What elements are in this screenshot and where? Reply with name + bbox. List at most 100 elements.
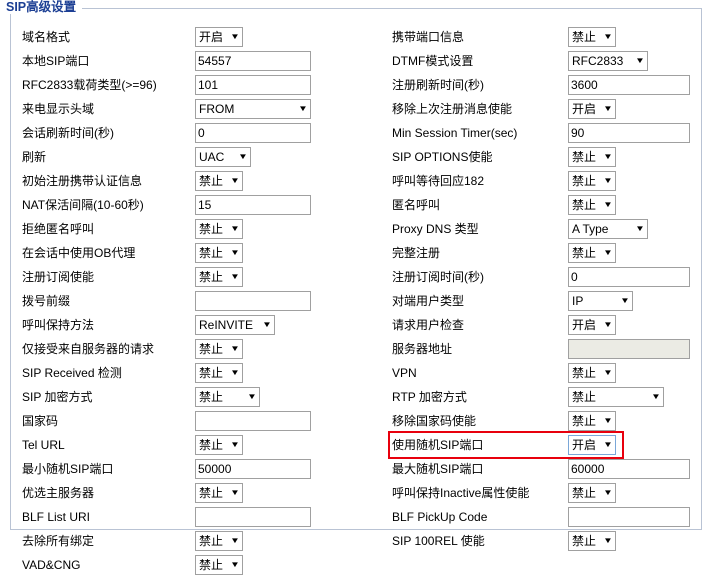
- field-label-呼叫保持inactive属性使能: 呼叫保持Inactive属性使能: [392, 486, 530, 500]
- field-label-blf-pickup-code: BLF PickUp Code: [392, 510, 488, 524]
- field-label-携带端口信息: 携带端口信息: [392, 30, 465, 44]
- select-域名格式[interactable]: 开启 ▼: [195, 27, 243, 47]
- chevron-down-icon: ▼: [230, 32, 240, 41]
- settings-row: Tel URL 禁止 ▼: [22, 434, 382, 458]
- input-本地sip端口[interactable]: [195, 51, 311, 71]
- field-label-移除上次注册消息使能: 移除上次注册消息使能: [392, 102, 513, 116]
- settings-row: 域名格式 开启 ▼: [22, 26, 382, 50]
- select-使用随机sip端口[interactable]: 开启 ▼: [568, 435, 616, 455]
- select-初始注册携带认证信息[interactable]: 禁止 ▼: [195, 171, 243, 191]
- select-proxy-dns-类型[interactable]: A Type ▼: [568, 219, 648, 239]
- select-sip-加密方式[interactable]: 禁止 ▼: [195, 387, 260, 407]
- chevron-down-icon: ▼: [603, 488, 613, 497]
- settings-row: VAD&CNG 禁止 ▼: [22, 554, 382, 578]
- select-呼叫保持inactive属性使能[interactable]: 禁止 ▼: [568, 483, 616, 503]
- select-拒绝匿名呼叫[interactable]: 禁止 ▼: [195, 219, 243, 239]
- settings-row: RFC2833载荷类型(>=96): [22, 74, 382, 98]
- chevron-down-icon: ▼: [635, 56, 645, 65]
- select-sip-options使能[interactable]: 禁止 ▼: [568, 147, 616, 167]
- settings-row: 注册刷新时间(秒): [392, 74, 692, 98]
- input-会话刷新时间-秒[interactable]: [195, 123, 311, 143]
- select-去除所有绑定[interactable]: 禁止 ▼: [195, 531, 243, 551]
- select-rtp-加密方式[interactable]: 禁止 ▼: [568, 387, 664, 407]
- settings-row: SIP OPTIONS使能 禁止 ▼: [392, 146, 692, 170]
- field-label-在会话中使用ob代理: 在会话中使用OB代理: [22, 246, 136, 260]
- select-移除上次注册消息使能[interactable]: 开启 ▼: [568, 99, 616, 119]
- chevron-down-icon: ▼: [603, 416, 613, 425]
- select-vad-cng[interactable]: 禁止 ▼: [195, 555, 243, 575]
- chevron-down-icon: ▼: [603, 152, 613, 161]
- select-仅接受来自服务器的请求[interactable]: 禁止 ▼: [195, 339, 243, 359]
- chevron-down-icon: ▼: [651, 392, 661, 401]
- input-国家码[interactable]: [195, 411, 311, 431]
- select-value: 开启: [572, 438, 597, 452]
- select-sip-100rel-使能[interactable]: 禁止 ▼: [568, 531, 616, 551]
- sip-advanced-settings-page: SIP高级设置 域名格式开启▼本地SIP端口RFC2833载荷类型(>=96)来…: [0, 0, 714, 575]
- chevron-down-icon: ▼: [603, 368, 613, 377]
- select-value: 禁止: [199, 438, 224, 452]
- select-携带端口信息[interactable]: 禁止 ▼: [568, 27, 616, 47]
- input-拨号前缀[interactable]: [195, 291, 311, 311]
- field-label-会话刷新时间-秒: 会话刷新时间(秒): [22, 126, 114, 140]
- select-value: 禁止: [572, 390, 597, 404]
- input-最小随机sip端口[interactable]: [195, 459, 311, 479]
- select-value: FROM: [199, 102, 235, 116]
- field-label-最小随机sip端口: 最小随机SIP端口: [22, 462, 114, 476]
- select-优选主服务器[interactable]: 禁止 ▼: [195, 483, 243, 503]
- settings-row: 匿名呼叫 禁止 ▼: [392, 194, 692, 218]
- settings-row: RTP 加密方式 禁止 ▼: [392, 386, 692, 410]
- select-对端用户类型[interactable]: IP ▼: [568, 291, 633, 311]
- select-value: UAC: [199, 150, 225, 164]
- select-匿名呼叫[interactable]: 禁止 ▼: [568, 195, 616, 215]
- select-请求用户检查[interactable]: 开启 ▼: [568, 315, 616, 335]
- settings-row: BLF List URI: [22, 506, 382, 530]
- input-blf-pickup-code[interactable]: [568, 507, 690, 527]
- field-label-nat保活间隔-10-60秒: NAT保活间隔(10-60秒): [22, 198, 144, 212]
- select-呼叫保持方法[interactable]: ReINVITE ▼: [195, 315, 275, 335]
- settings-row: NAT保活间隔(10-60秒): [22, 194, 382, 218]
- field-label-拨号前缀: 拨号前缀: [22, 294, 71, 308]
- settings-row: DTMF模式设置 RFC2833 ▼: [392, 50, 692, 74]
- field-label-初始注册携带认证信息: 初始注册携带认证信息: [22, 174, 143, 188]
- settings-row: BLF PickUp Code: [392, 506, 692, 530]
- field-label-min-session-timer-sec: Min Session Timer(sec): [392, 126, 518, 140]
- field-label-对端用户类型: 对端用户类型: [392, 294, 465, 308]
- settings-row: 呼叫保持方法 ReINVITE ▼: [22, 314, 382, 338]
- input-注册刷新时间-秒[interactable]: [568, 75, 690, 95]
- select-注册订阅使能[interactable]: 禁止 ▼: [195, 267, 243, 287]
- chevron-down-icon: ▼: [298, 104, 308, 113]
- input-blf-list-uri[interactable]: [195, 507, 311, 527]
- chevron-down-icon: ▼: [230, 176, 240, 185]
- select-value: 开启: [572, 102, 597, 116]
- select-呼叫等待回应182[interactable]: 禁止 ▼: [568, 171, 616, 191]
- select-移除国家码使能[interactable]: 禁止 ▼: [568, 411, 616, 431]
- chevron-down-icon: ▼: [230, 560, 240, 569]
- input-注册订阅时间-秒[interactable]: [568, 267, 690, 287]
- chevron-down-icon: ▼: [603, 440, 613, 449]
- field-label-注册刷新时间-秒: 注册刷新时间(秒): [392, 78, 484, 92]
- select-dtmf模式设置[interactable]: RFC2833 ▼: [568, 51, 648, 71]
- input-rfc2833载荷类型-96[interactable]: [195, 75, 311, 95]
- settings-row: 使用随机SIP端口 开启 ▼: [392, 434, 692, 458]
- select-来电显示头域[interactable]: FROM ▼: [195, 99, 311, 119]
- settings-row: 来电显示头域 FROM ▼: [22, 98, 382, 122]
- input-最大随机sip端口[interactable]: [568, 459, 690, 479]
- select-在会话中使用ob代理[interactable]: 禁止 ▼: [195, 243, 243, 263]
- settings-row: 去除所有绑定 禁止 ▼: [22, 530, 382, 554]
- select-value: 禁止: [199, 558, 224, 572]
- select-tel-url[interactable]: 禁止 ▼: [195, 435, 243, 455]
- select-vpn[interactable]: 禁止 ▼: [568, 363, 616, 383]
- select-完整注册[interactable]: 禁止 ▼: [568, 243, 616, 263]
- select-value: 禁止: [572, 30, 597, 44]
- select-sip-received-检测[interactable]: 禁止 ▼: [195, 363, 243, 383]
- input-nat保活间隔-10-60秒[interactable]: [195, 195, 311, 215]
- chevron-down-icon: ▼: [230, 344, 240, 353]
- select-刷新[interactable]: UAC ▼: [195, 147, 251, 167]
- chevron-down-icon: ▼: [603, 104, 613, 113]
- input-min-session-timer-sec[interactable]: [568, 123, 690, 143]
- chevron-down-icon: ▼: [230, 368, 240, 377]
- field-label-仅接受来自服务器的请求: 仅接受来自服务器的请求: [22, 342, 155, 356]
- chevron-down-icon: ▼: [230, 440, 240, 449]
- select-value: 禁止: [199, 222, 224, 236]
- settings-row: 对端用户类型 IP ▼: [392, 290, 692, 314]
